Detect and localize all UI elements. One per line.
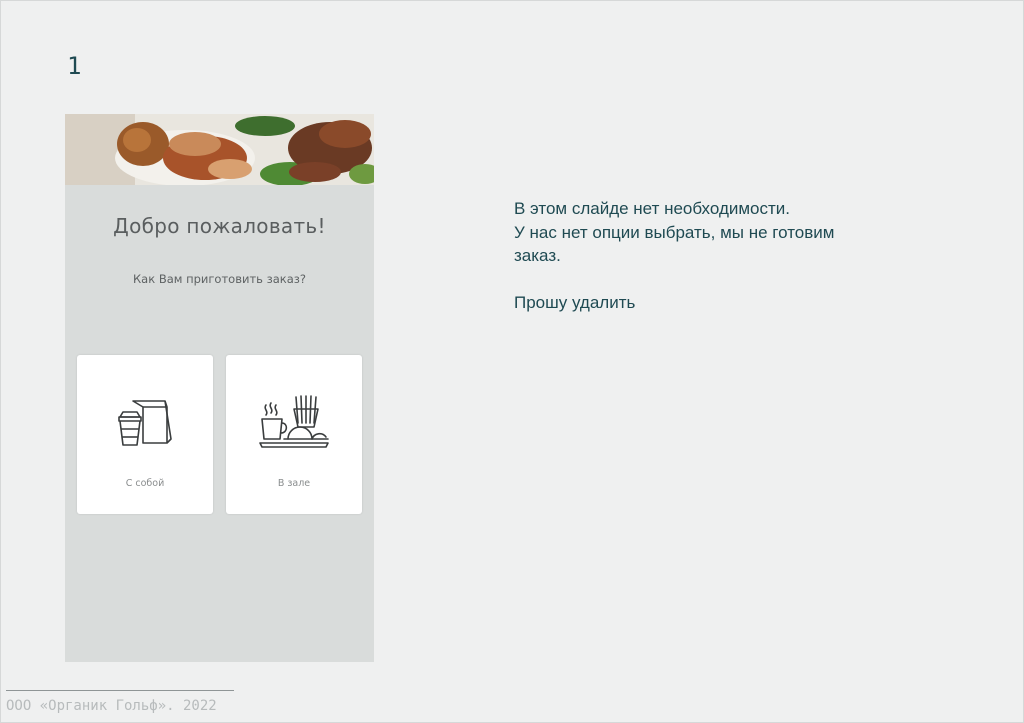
comment-line: заказ. (514, 246, 561, 265)
comment-line: В этом слайде нет необходимости. (514, 199, 791, 218)
comment-line: Прошу удалить (514, 293, 636, 312)
footer-copyright: ООО «Органик Гольф». 2022 (6, 698, 217, 714)
takeaway-option-card[interactable]: С собой (77, 355, 213, 514)
review-comment: В этом слайде нет необходимости. У нас н… (514, 197, 914, 315)
dine-in-option-card[interactable]: В зале (226, 355, 362, 514)
footer-divider (6, 690, 234, 691)
takeaway-bag-cup-icon (118, 400, 172, 446)
slide-number: 1 (67, 52, 82, 80)
comment-line: У нас нет опции выбрать, мы не готовим (514, 222, 835, 242)
takeaway-option-label: С собой (125, 478, 165, 489)
dine-in-option-label: В зале (277, 478, 311, 489)
welcome-title: Добро пожаловать! (113, 214, 326, 238)
food-banner-image (65, 114, 374, 185)
dine-in-tray-icon (259, 395, 329, 448)
app-screenshot: Добро пожаловать! Как Вам приготовить за… (65, 114, 374, 662)
order-question: Как Вам приготовить заказ? (133, 272, 306, 286)
